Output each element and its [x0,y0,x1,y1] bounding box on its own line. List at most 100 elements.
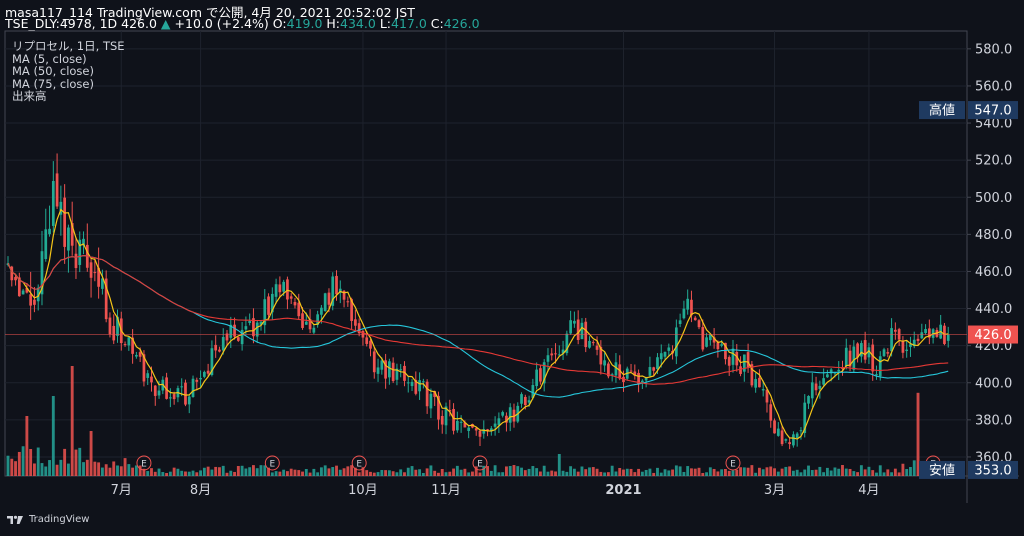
volume-bar [501,472,505,476]
volume-bar [569,466,573,476]
candle-body [659,353,663,360]
candle-body [682,308,686,319]
candle-body [493,423,497,427]
volume-bar [48,460,51,476]
volume-bar [116,465,119,476]
volume-bar [100,467,104,476]
price-tick-label: 560.0 [975,79,1012,94]
volume-bar [720,469,724,476]
candle-body [580,322,584,340]
candle-body [48,228,51,235]
tradingview-logo-icon [7,515,23,524]
volume-bar [580,466,584,476]
volume-bar [199,470,203,476]
candle-body [274,284,278,297]
volume-bar [606,472,610,476]
candle-body [886,352,890,354]
volume-bar [546,471,550,476]
volume-bar [335,465,338,476]
time-tick-label: 7月 [111,483,132,498]
candle-body [754,379,758,388]
candle-body [550,353,554,356]
candle-body [422,381,425,383]
candle-body [784,439,788,441]
candle-body [924,329,927,334]
candle-body [656,357,659,370]
candle-body [55,173,59,207]
footer-brand[interactable]: TradingView [6,513,89,525]
volume-bar [508,465,512,476]
candle-body [354,319,357,326]
volume-bar [724,468,727,476]
candle-body [297,302,301,317]
price-chart[interactable]: 580.0560.0540.0520.0500.0480.0460.0440.0… [0,0,1024,536]
legend-ma50[interactable]: MA (50, close) [12,65,125,78]
candle-body [191,378,195,397]
volume-bar [667,470,671,476]
candle-body [135,354,138,357]
price-tick-label: 400.0 [975,376,1012,391]
candle-body [788,442,791,445]
volume-bar [618,467,622,476]
volume-bar [708,467,712,476]
legend-volume[interactable]: 出来高 [12,90,125,103]
volume-bar [742,467,746,476]
candle-body [51,181,55,226]
volume-bar [289,468,293,476]
volume-bar [478,472,482,476]
volume-bar [221,465,225,476]
candle-body [554,353,557,355]
volume-bar [157,468,161,476]
volume-bar [512,465,516,476]
volume-bar [244,468,248,476]
volume-bar [795,469,799,476]
candle-body [814,383,818,391]
candle-body [946,334,950,341]
volume-bar [191,470,195,476]
volume-bar [387,470,391,476]
candle-body [822,378,825,385]
candle-body [172,394,176,400]
volume-bar [833,467,837,476]
volume-bar [516,466,520,476]
volume-bar [97,462,101,476]
volume-bar [459,469,463,476]
candle-body [761,389,765,391]
candle-body [474,428,478,431]
ma5-line [7,208,949,440]
chart-frame [4,30,968,477]
volume-bar [829,470,833,476]
candle-body [169,397,172,399]
candle-body [569,320,572,334]
volume-bar [206,466,210,476]
volume-bar [184,471,187,476]
volume-bar [463,468,467,476]
volume-bar [452,468,456,476]
volume-bar [905,469,909,476]
candle-body [157,390,161,396]
volume-bar [622,469,625,476]
volume-bar [6,455,10,476]
candle-body [807,395,810,404]
time-axis[interactable]: 7月 8月 10月 11月 2021 3月 4月 [111,483,880,498]
volume-bar [788,466,792,476]
candle-body [455,420,459,431]
volume-bar [754,472,758,476]
candle-body [731,348,735,365]
volume-bar [629,468,633,476]
volume-bar [776,471,780,476]
volume-bar [74,449,78,476]
candle-body [792,434,795,446]
candle-body [278,284,282,293]
candle-body [478,430,482,437]
candle-body [187,396,191,405]
volume-bar [599,471,603,476]
volume-bar [595,468,599,476]
candle-body [678,320,682,324]
volume-bar [350,465,354,476]
candle-body [138,352,142,357]
volume-bar [765,467,769,476]
volume-bar [625,468,629,476]
candle-body [663,351,667,357]
volume-bar [859,465,863,476]
